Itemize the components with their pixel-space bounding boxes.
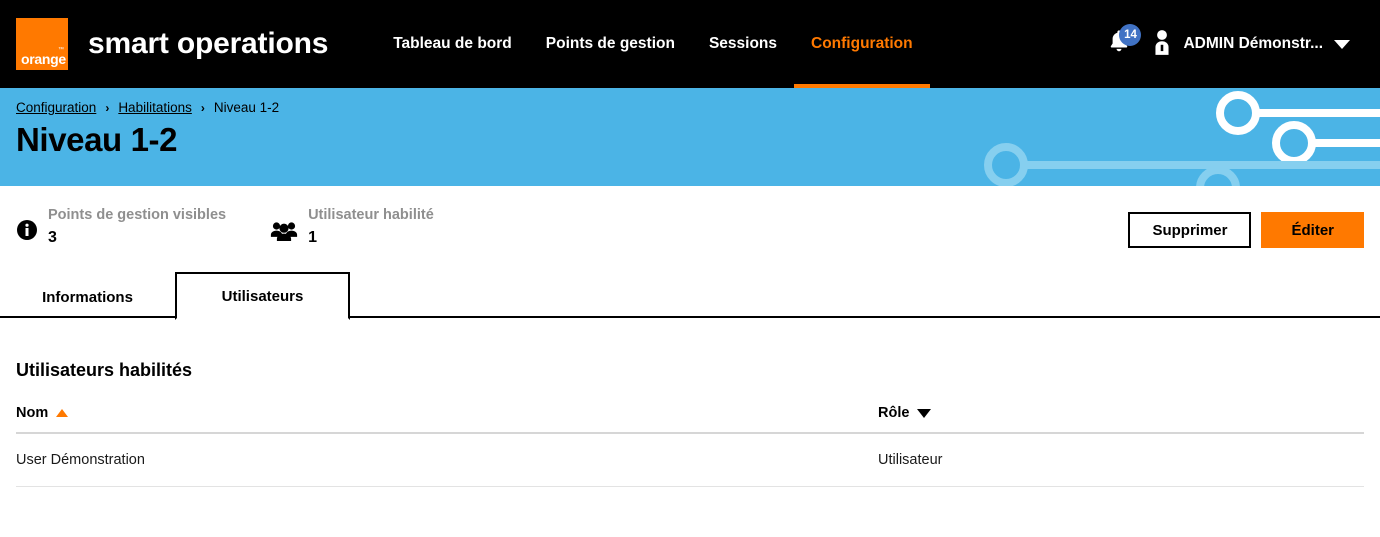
breadcrumb-separator-icon: › — [200, 100, 205, 115]
section-title: Utilisateurs habilités — [16, 360, 193, 380]
stat-label: Utilisateur habilité — [308, 207, 434, 223]
nav-item-sessions[interactable]: Sessions — [692, 0, 794, 88]
column-header-label: Nom — [16, 405, 49, 421]
app-title: smart operations — [88, 27, 329, 60]
nav-item-tableau-de-bord[interactable]: Tableau de bord — [376, 0, 529, 88]
stat-value: 1 — [308, 229, 317, 247]
edit-button[interactable]: Éditer — [1261, 212, 1364, 248]
table-row[interactable]: User Démonstration Utilisateur — [16, 433, 1364, 487]
column-header-nom[interactable]: Nom — [16, 405, 878, 434]
tab-informations[interactable]: Informations — [0, 274, 175, 318]
column-header-label: Rôle — [878, 405, 910, 421]
notifications-button[interactable]: 14 — [1106, 24, 1142, 61]
column-header-role[interactable]: Rôle — [878, 405, 1364, 434]
info-circle-icon — [16, 219, 38, 246]
stat-points-de-gestion-visibles: Points de gestion visibles 3 — [16, 206, 226, 247]
breadcrumb-item-current: Niveau 1-2 — [213, 100, 280, 115]
user-name-label: ADMIN Démonstr... — [1183, 35, 1323, 52]
tab-utilisateurs[interactable]: Utilisateurs — [175, 272, 350, 320]
stat-utilisateur-habilite: Utilisateur habilité 1 — [270, 206, 434, 248]
user-avatar-icon — [1150, 28, 1174, 61]
users-panel: Utilisateurs habilités Nom Rôle User Dém… — [0, 360, 1380, 487]
orange-logo[interactable]: orange ™ — [16, 18, 68, 70]
action-buttons: Supprimer Éditer — [1128, 212, 1364, 248]
stat-label: Points de gestion visibles — [48, 207, 227, 223]
breadcrumb-item-configuration[interactable]: Configuration — [16, 100, 96, 115]
trademark-mark: ™ — [58, 47, 64, 53]
top-navigation-bar: orange ™ smart operations Tableau de bor… — [0, 0, 1380, 88]
stat-value: 3 — [48, 229, 57, 247]
top-bar-right-cluster: 14 ADMIN Démonstr... — [1106, 24, 1364, 61]
sort-descending-icon[interactable] — [917, 408, 932, 418]
users-table: Nom Rôle User Démonstration Utilisateur — [16, 405, 1364, 487]
tab-bar: Informations Utilisateurs — [0, 272, 1380, 320]
page-banner: Configuration › Habilitations › Niveau 1… — [0, 88, 1380, 186]
nav-item-configuration[interactable]: Configuration — [794, 0, 930, 88]
nav-item-points-de-gestion[interactable]: Points de gestion — [529, 0, 692, 88]
notification-count-badge: 14 — [1119, 24, 1142, 46]
sort-ascending-icon[interactable] — [56, 409, 69, 417]
page-title: Niveau 1-2 — [16, 121, 178, 158]
main-nav: Tableau de bord Points de gestion Sessio… — [376, 0, 930, 88]
cell-nom: User Démonstration — [16, 433, 878, 487]
delete-button[interactable]: Supprimer — [1128, 212, 1252, 248]
chevron-down-icon[interactable] — [1334, 39, 1350, 49]
breadcrumb-separator-icon: › — [105, 100, 110, 115]
table-header-row: Nom Rôle — [16, 405, 1364, 434]
user-menu[interactable]: ADMIN Démonstr... — [1150, 28, 1350, 61]
users-group-icon — [270, 219, 298, 248]
cell-role: Utilisateur — [878, 433, 1364, 487]
summary-bar: Points de gestion visibles 3 Utilisateur… — [0, 186, 1380, 258]
breadcrumb-item-habilitations[interactable]: Habilitations — [118, 100, 192, 115]
orange-logo-text: orange — [21, 51, 66, 67]
breadcrumb: Configuration › Habilitations › Niveau 1… — [0, 88, 1380, 115]
